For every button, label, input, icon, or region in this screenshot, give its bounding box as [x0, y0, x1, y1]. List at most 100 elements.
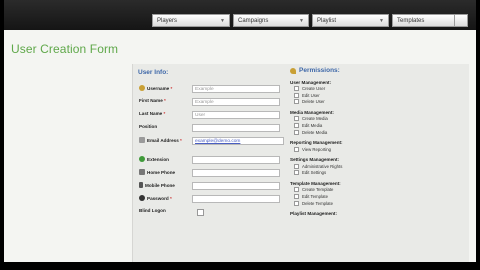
permission-label: Edit User	[302, 92, 320, 98]
permission-item: Create Template	[294, 187, 440, 193]
field-label: Email Address *	[147, 137, 182, 143]
page-title: User Creation Form	[11, 42, 119, 56]
email-input[interactable]: example@demo.com	[192, 137, 284, 145]
field-label: Password *	[147, 195, 172, 201]
permission-label: Administrative Rights	[302, 163, 343, 169]
tab-playlist[interactable]: Playlist ▼	[312, 14, 389, 27]
key-icon	[290, 67, 296, 74]
tab-label: Playlist	[317, 17, 337, 24]
form-row-email: Email Address *	[139, 137, 195, 143]
permission-label: Edit Template	[302, 194, 328, 200]
permission-label: View Reporting	[302, 146, 332, 152]
field-label: First Name *	[139, 98, 166, 103]
nav-tabs: Players ▼ Campaigns ▼ Playlist ▼ Templates ▼	[152, 14, 467, 27]
form-row-mobile-phone: Mobile Phone	[139, 182, 193, 188]
permission-checkbox[interactable]	[294, 86, 299, 92]
field-label: Position	[139, 124, 158, 129]
permission-checkbox[interactable]	[294, 146, 299, 152]
permission-checkbox[interactable]	[294, 187, 299, 193]
field-label: Mobile Phone	[145, 182, 175, 188]
last-name-input[interactable]: User	[192, 111, 280, 119]
tab-campaigns[interactable]: Campaigns ▼	[233, 14, 309, 27]
mail-icon	[139, 137, 145, 143]
mobile-phone-input[interactable]	[192, 182, 280, 190]
permission-item: Delete Template	[294, 200, 440, 206]
extension-input[interactable]	[192, 156, 280, 164]
permission-checkbox[interactable]	[294, 170, 299, 176]
home-icon	[139, 169, 145, 175]
permissions-header: Permissions:	[290, 67, 440, 74]
chevron-down-icon: ▼	[379, 17, 384, 24]
home-phone-input[interactable]	[192, 169, 280, 177]
permission-checkbox[interactable]	[294, 163, 299, 169]
permission-item: View Reporting	[294, 146, 440, 152]
permissions-heading: Permissions:	[299, 67, 340, 74]
tab-players[interactable]: Players ▼	[152, 14, 230, 27]
permission-label: Delete Template	[302, 200, 333, 206]
password-input[interactable]	[192, 195, 280, 203]
user-icon	[139, 85, 145, 91]
permission-label: Edit Settings	[302, 170, 327, 176]
permission-group-title: Template Management:	[290, 180, 341, 186]
field-label: Last Name *	[139, 111, 166, 116]
form-row-password: Password *	[139, 195, 195, 201]
permission-item: Administrative Rights	[294, 163, 440, 169]
permission-item: Edit User	[294, 92, 440, 98]
permission-checkbox[interactable]	[294, 200, 299, 206]
permission-checkbox[interactable]	[294, 129, 299, 135]
permission-group-title: User Management:	[290, 79, 332, 85]
permission-checkbox[interactable]	[294, 116, 299, 122]
position-input[interactable]	[192, 124, 280, 132]
form-row-extension: Extension	[139, 156, 195, 162]
permission-label: Edit Media	[302, 122, 323, 128]
bottom-border	[4, 262, 476, 270]
permission-label: Create User	[302, 86, 326, 92]
permission-item: Edit Template	[294, 194, 440, 200]
form-row-username: Username *	[139, 85, 195, 91]
tab-label: Campaigns	[238, 17, 269, 24]
first-name-input[interactable]: Example	[192, 98, 280, 106]
field-label: Blind Logon	[139, 208, 166, 213]
field-label: Username *	[147, 85, 173, 91]
user-info-heading: User Info:	[138, 69, 169, 76]
form-row-first-name: First Name *	[139, 98, 187, 103]
permissions-section: Permissions: User Management: Create User…	[290, 67, 440, 216]
permission-group-title: Media Management:	[290, 109, 334, 115]
permission-checkbox[interactable]	[294, 194, 299, 200]
permission-item: Delete Media	[294, 129, 440, 135]
field-label: Home Phone	[147, 169, 176, 175]
menu-button[interactable]	[454, 14, 468, 27]
permission-checkbox[interactable]	[294, 92, 299, 98]
permission-groups: User Management: Create User Edit User Dele…	[290, 80, 440, 217]
permission-group-title: Playlist Management:	[290, 211, 337, 217]
key-icon	[139, 195, 145, 201]
permission-item: Create User	[294, 86, 440, 92]
phone-extension-icon	[139, 156, 145, 162]
field-label: Extension	[147, 156, 169, 162]
chevron-down-icon: ▼	[220, 17, 225, 24]
permission-group-title: Reporting Management:	[290, 140, 343, 146]
tab-label: Templates	[397, 17, 425, 24]
mobile-phone-icon	[139, 182, 143, 188]
form-row-last-name: Last Name *	[139, 111, 187, 116]
permission-label: Delete User	[302, 99, 325, 105]
permission-item: Edit Media	[294, 122, 440, 128]
tab-label: Players	[157, 17, 178, 24]
permission-item: Create Media	[294, 116, 440, 122]
permission-label: Delete Media	[302, 129, 328, 135]
permission-label: Create Template	[302, 187, 334, 193]
permission-checkbox[interactable]	[294, 99, 299, 105]
form-row-blind-logon: Blind Logon	[139, 208, 187, 213]
permission-item: Edit Settings	[294, 170, 440, 176]
permission-item: Delete User	[294, 99, 440, 105]
blind-logon-checkbox[interactable]	[197, 209, 204, 216]
top-nav-bar: Players ▼ Campaigns ▼ Playlist ▼ Templates ▼	[4, 0, 476, 30]
chevron-down-icon: ▼	[299, 17, 304, 24]
form-panel: User Info: Username * Example First Name…	[132, 64, 469, 262]
username-input[interactable]: Example	[192, 85, 280, 93]
form-row-home-phone: Home Phone	[139, 169, 195, 175]
permission-label: Create Media	[302, 116, 328, 122]
form-row-position: Position	[139, 124, 187, 129]
permission-group-title: Settings Management:	[290, 157, 340, 163]
permission-checkbox[interactable]	[294, 122, 299, 128]
